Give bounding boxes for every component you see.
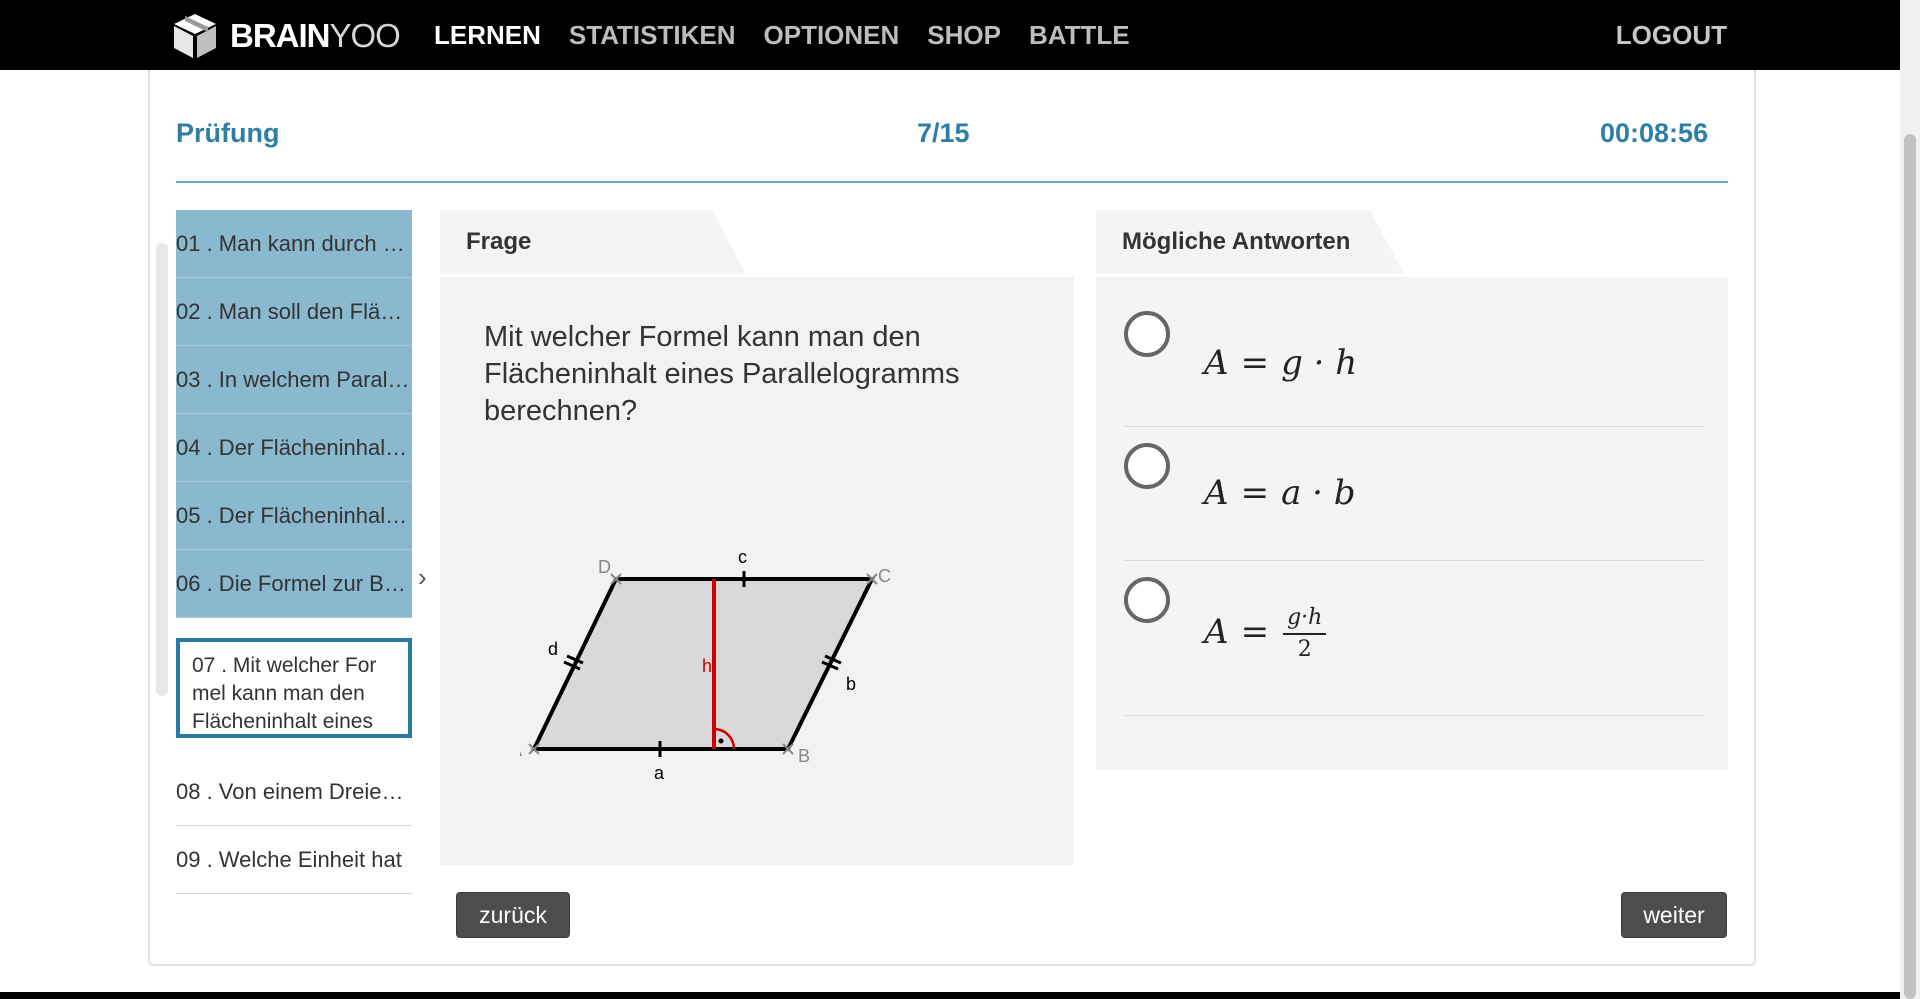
- question-list-item-01[interactable]: 01 . Man kann durch den Umformen der For…: [176, 210, 412, 278]
- brand-logo[interactable]: BRAINYOO: [172, 12, 401, 60]
- back-button[interactable]: zurück: [456, 892, 570, 938]
- answers-panel: A = g · h A = a · b A = g·h 2: [1096, 277, 1728, 770]
- formula-lhs: A: [1204, 473, 1229, 513]
- exam-timer: 00:08:56: [1600, 118, 1709, 148]
- nav-item-statistiken[interactable]: STATISTIKEN: [569, 20, 736, 51]
- formula-fraction: g·h 2: [1283, 603, 1327, 665]
- answer-radio-3[interactable]: [1124, 577, 1170, 623]
- question-list-item-label: 03 . In welchem Parallelogramm: [176, 366, 412, 392]
- question-list-scrollbar[interactable]: [156, 243, 168, 696]
- answer-radio-2[interactable]: [1124, 443, 1170, 489]
- page-scrollbar-thumb[interactable]: [1904, 134, 1916, 999]
- answer-formula-3: A = g·h 2: [1204, 603, 1327, 665]
- exam-title: Prüfung: [176, 118, 280, 148]
- formula-rhs: g · h: [1281, 343, 1358, 383]
- answer-option-3[interactable]: A = g·h 2: [1124, 561, 1704, 716]
- nav-item-optionen[interactable]: OPTIONEN: [764, 20, 900, 51]
- question-list: 01 . Man kann durch den Umformen der For…: [176, 210, 412, 894]
- question-list-item-03[interactable]: 03 . In welchem Parallelogramm: [176, 346, 412, 414]
- formula-equals: =: [1240, 612, 1270, 652]
- question-list-item-label: 01 . Man kann durch den Umformen der For…: [176, 230, 412, 256]
- main-nav: LERNEN STATISTIKEN OPTIONEN SHOP BATTLE: [434, 0, 1158, 70]
- top-navigation-bar: BRAINYOO LERNEN STATISTIKEN OPTIONEN SHO…: [0, 0, 1900, 70]
- formula-equals: =: [1240, 473, 1270, 513]
- nav-item-battle[interactable]: BATTLE: [1029, 20, 1130, 51]
- fraction-numerator: g·h: [1283, 603, 1327, 635]
- formula-equals: =: [1240, 343, 1270, 383]
- question-list-item-label: 05 . Der Flächeninhalt eines: [176, 502, 412, 528]
- chevron-right-icon[interactable]: ›: [418, 562, 427, 593]
- question-list-item-06[interactable]: 06 . Die Formel zur Berechnung: [176, 550, 412, 618]
- vertex-label-b: B: [798, 746, 810, 766]
- question-panel: Mit welcher Formel kann man den Flächeni…: [440, 277, 1074, 865]
- height-label: h: [702, 656, 712, 676]
- nav-item-lernen[interactable]: LERNEN: [434, 20, 541, 51]
- answer-radio-1[interactable]: [1124, 311, 1170, 357]
- question-list-item-07-current[interactable]: 07 . Mit welcher For mel kann man den Fl…: [176, 638, 412, 738]
- answer-option-1[interactable]: A = g · h: [1124, 303, 1704, 427]
- formula-lhs: A: [1204, 612, 1229, 652]
- question-list-item-08[interactable]: 08 . Von einem Dreieck ist: [176, 758, 412, 826]
- side-label-a: a: [654, 763, 665, 783]
- side-label-d: d: [548, 639, 558, 659]
- next-button[interactable]: weiter: [1621, 892, 1727, 938]
- brand-name-part2: YOO: [329, 17, 401, 54]
- question-list-item-02[interactable]: 02 . Man soll den Flächeninhalt berechne…: [176, 278, 412, 346]
- question-list-item-label: 04 . Der Flächeninhalt eines: [176, 434, 412, 460]
- formula-lhs: A: [1204, 343, 1229, 383]
- question-list-item-label: 06 . Die Formel zur Berechnung: [176, 570, 412, 596]
- question-list-item-09[interactable]: 09 . Welche Einheit hat: [176, 826, 412, 894]
- side-label-c: c: [738, 547, 747, 567]
- answers-tab: Mögliche Antworten: [1096, 210, 1404, 274]
- nav-item-shop[interactable]: SHOP: [927, 20, 1001, 51]
- question-list-item-label: 02 . Man soll den Flächeninhalt berechne…: [176, 298, 412, 324]
- answer-formula-2: A = a · b: [1204, 473, 1356, 513]
- parallelogram-figure: A B C D a b c d h: [520, 547, 891, 783]
- logout-link[interactable]: LOGOUT: [1616, 0, 1727, 70]
- question-list-item-label: 07 . Mit welcher For mel kann man den Fl…: [192, 654, 377, 733]
- question-list-item-label: 08 . Von einem Dreieck ist: [176, 778, 412, 804]
- answer-formula-1: A = g · h: [1204, 343, 1357, 383]
- formula-rhs: a · b: [1281, 473, 1356, 513]
- page-scrollbar[interactable]: [1900, 0, 1920, 999]
- footer-strip: [0, 992, 1900, 999]
- exam-progress: 7/15: [917, 118, 970, 148]
- answer-option-2[interactable]: A = a · b: [1124, 427, 1704, 561]
- vertex-label-c: C: [878, 566, 891, 586]
- brand-name-part1: BRAIN: [230, 17, 330, 54]
- vertex-label-d: D: [598, 557, 611, 577]
- question-list-item-label: 09 . Welche Einheit hat: [176, 846, 402, 872]
- question-list-item-04[interactable]: 04 . Der Flächeninhalt eines: [176, 414, 412, 482]
- question-list-item-05[interactable]: 05 . Der Flächeninhalt eines: [176, 482, 412, 550]
- brand-name: BRAINYOO: [230, 17, 401, 55]
- header-divider: [176, 181, 1728, 183]
- side-label-b: b: [846, 674, 856, 694]
- question-text: Mit welcher Formel kann man den Flächeni…: [484, 321, 960, 427]
- vertex-label-a: A: [520, 740, 522, 760]
- cube-logo-icon: [174, 14, 216, 58]
- right-angle-dot: [718, 738, 724, 744]
- fraction-denominator: 2: [1297, 637, 1312, 662]
- question-tab: Frage: [440, 210, 746, 274]
